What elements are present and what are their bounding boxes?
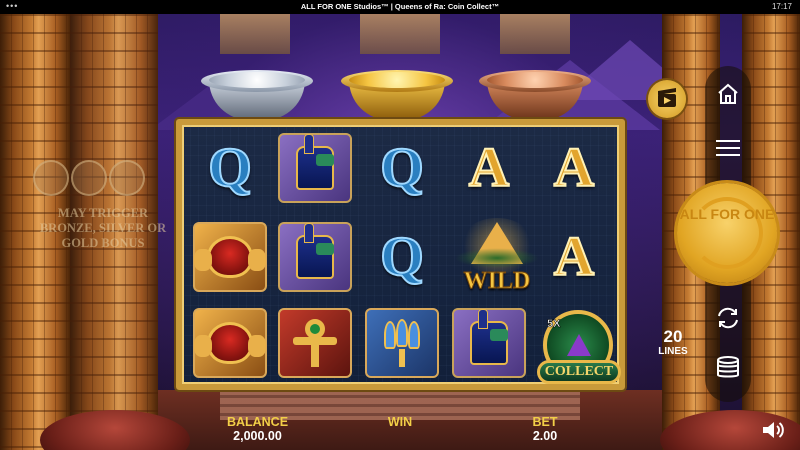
letter-q-symbol: Q — [379, 137, 425, 199]
silver-coin-bowl — [201, 70, 313, 128]
clock: 17:17 — [771, 2, 792, 11]
lines-label: LINES — [658, 346, 688, 357]
bonus-info-text: MAY TRIGGER BRONZE, SILVER OR GOLD BONUS — [39, 206, 167, 250]
home-icon[interactable] — [714, 80, 742, 108]
column-capital — [500, 14, 570, 54]
collect-symbol: 5X COLLECT — [537, 310, 621, 390]
reel-symbol — [276, 131, 354, 205]
column-capital — [360, 14, 440, 54]
reel-symbol: Q — [363, 131, 441, 205]
reel-symbol: A — [535, 131, 613, 205]
letter-a-symbol: A — [553, 137, 595, 199]
balance-display: BALANCE 2,000.00 — [210, 415, 305, 444]
lotus-icon — [384, 319, 420, 367]
pyramid-gem-icon — [567, 334, 591, 356]
letter-a-symbol: A — [553, 226, 595, 288]
reel-symbol: A — [535, 220, 613, 294]
bet-value: 2.00 — [532, 429, 558, 443]
bet-label: BET — [532, 415, 558, 429]
bonus-coins-icon — [33, 160, 153, 196]
spin-label: ALL FOR ONE — [679, 206, 775, 222]
menu-icon[interactable] — [714, 136, 742, 160]
balance-label: BALANCE — [226, 415, 289, 429]
game-stage: { "topbar": { "title": "ALL FOR ONE Stud… — [0, 0, 800, 450]
wild-symbol: WILD — [449, 218, 545, 302]
gold-coin-bowl — [341, 70, 453, 128]
reel-symbol — [191, 220, 269, 294]
lines-count: 20 — [663, 327, 683, 346]
reel-symbol — [276, 220, 354, 294]
reel-symbol — [363, 306, 441, 380]
bet-coins-icon[interactable] — [714, 354, 742, 382]
collect-multiplier: 5X — [547, 318, 561, 331]
anubis-icon — [470, 309, 508, 365]
letter-q-symbol: Q — [379, 226, 425, 288]
reel-symbol — [450, 306, 528, 380]
reel-symbol — [191, 306, 269, 380]
game-title: ALL FOR ONE Studios™ | Queens of Ra: Coi… — [300, 2, 500, 11]
balance-value: 2,000.00 — [233, 429, 282, 443]
anubis-icon — [296, 223, 334, 279]
letter-a-symbol: A — [468, 137, 510, 199]
reel-grid: Q Q A A Q WILD A 5X COLLECT — [176, 119, 625, 390]
top-bar: ••• ALL FOR ONE Studios™ | Queens of Ra:… — [0, 0, 800, 14]
film-replay-icon[interactable] — [648, 80, 686, 118]
anubis-icon — [296, 134, 334, 190]
reel-symbol — [276, 306, 354, 380]
bronze-coin-bowl — [479, 70, 591, 128]
win-label: WIN — [387, 415, 413, 429]
reel-symbol: A — [450, 131, 528, 205]
spin-button[interactable]: ALL FOR ONE — [677, 183, 777, 283]
scarab-icon — [194, 236, 266, 278]
letter-q-symbol: Q — [207, 137, 253, 199]
reel-symbol: Q — [191, 131, 269, 205]
scarab-icon — [194, 322, 266, 364]
autospin-icon[interactable] — [714, 306, 742, 330]
wild-label: WILD — [463, 268, 531, 295]
win-display: WIN — [370, 415, 430, 429]
bet-display[interactable]: BET 2.00 — [510, 415, 580, 444]
reel-symbol: Q — [363, 220, 441, 294]
collect-label: COLLECT — [537, 360, 621, 384]
column-capital — [220, 14, 290, 54]
volume-icon[interactable] — [760, 418, 786, 442]
lines-indicator: 20 LINES — [653, 328, 693, 358]
ankh-icon — [293, 319, 337, 367]
